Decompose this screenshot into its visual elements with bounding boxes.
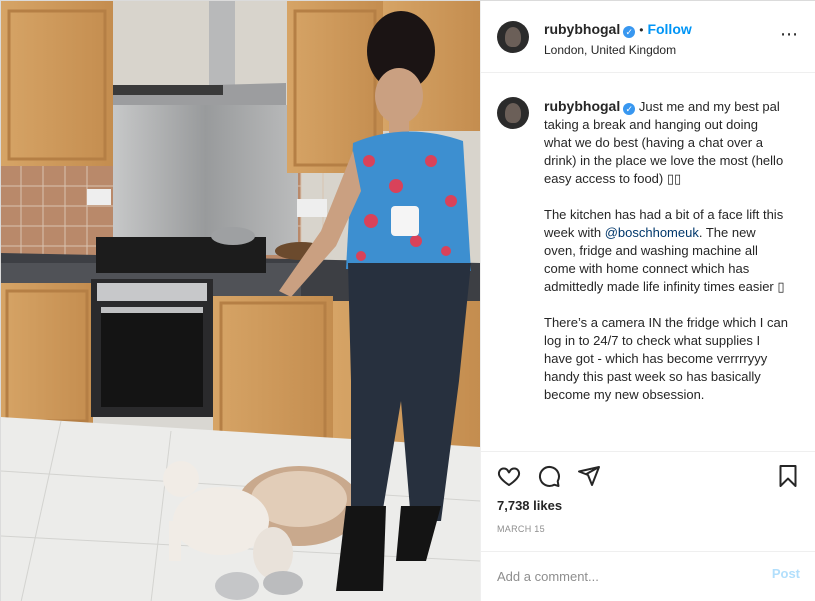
post-modal: ruby​bhogal ✓ • Follow London, United Kingd…	[0, 0, 815, 601]
separator-dot: •	[639, 23, 644, 37]
avatar[interactable]	[497, 97, 529, 129]
post-comment-button[interactable]: Post	[772, 566, 800, 581]
post-photo[interactable]	[1, 1, 480, 601]
caption-paragraph: ruby​bhogal ✓ Just me and my best pal tak…	[544, 97, 789, 188]
verified-badge-icon: ✓	[623, 26, 636, 38]
comment-icon[interactable]	[537, 464, 561, 488]
bookmark-icon[interactable]	[776, 464, 800, 488]
share-icon[interactable]	[577, 464, 601, 488]
header-text: ruby​bhogal ✓ • Follow London, United Kingd…	[544, 21, 692, 57]
heart-icon[interactable]	[497, 464, 521, 488]
verified-badge-icon: ✓	[623, 103, 636, 115]
more-options-icon[interactable]: ⋯	[780, 25, 799, 43]
caption-paragraph: There’s a camera IN the fridge which I c…	[544, 315, 788, 402]
caption-scroll-area[interactable]: ruby​bhogal ✓ Just me and my best pal tak…	[481, 73, 815, 451]
post-actions: 7,738 likes MARCH 15	[481, 451, 815, 551]
username-link[interactable]: ruby​bhogal	[544, 21, 620, 37]
post-date: MARCH 15	[497, 524, 545, 534]
likes-count[interactable]: 7,738 likes	[497, 498, 562, 513]
post-header: ruby​bhogal ✓ • Follow London, United Kingd…	[481, 1, 815, 73]
caption-username-link[interactable]: ruby​bhogal	[544, 98, 620, 114]
comment-input[interactable]	[497, 565, 747, 587]
follow-button[interactable]: Follow	[647, 21, 691, 37]
caption: ruby​bhogal ✓ Just me and my best pal tak…	[497, 97, 789, 422]
kitchen-photo-illustration	[1, 1, 480, 601]
mention-link[interactable]: @boschhomeuk	[605, 225, 699, 240]
post-side-panel: ruby​bhogal ✓ • Follow London, United Kingd…	[480, 1, 815, 601]
caption-paragraph: The kitchen has had a bit of a face lift…	[544, 206, 789, 296]
comment-form: Post	[481, 551, 815, 601]
avatar[interactable]	[497, 21, 529, 53]
location-link[interactable]: London, United Kingdom	[544, 43, 692, 57]
